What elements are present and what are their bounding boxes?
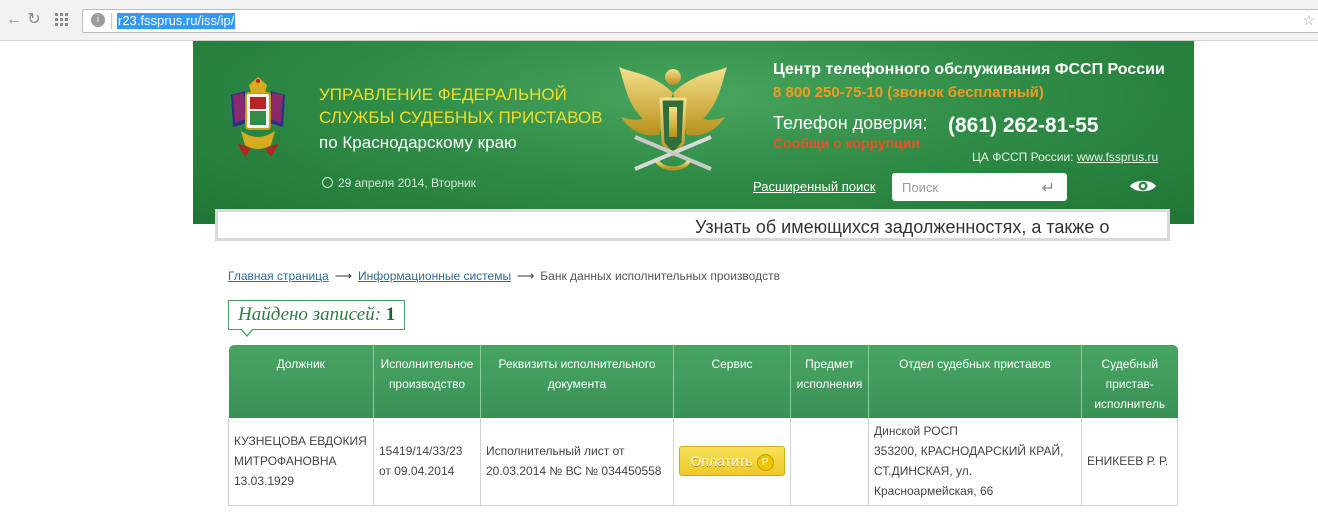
cell-debtor: КУЗНЕЦОВА ЕВДОКИЯ МИТРОФАНОВНА 13.03.192… <box>228 418 374 506</box>
ticker-fade <box>1127 212 1167 238</box>
header-proceeding: Исполнительное производство <box>373 345 481 418</box>
cell-subject <box>790 418 869 506</box>
badge-pointer-inner <box>241 328 253 335</box>
central-office-label: ЦА ФССП России: <box>972 150 1074 164</box>
org-title-line1: УПРАВЛЕНИЕ ФЕДЕРАЛЬНОЙ <box>319 85 567 104</box>
reload-icon[interactable]: ↻ <box>24 10 44 30</box>
cell-department: Динской РОСП 353200, КРАСНОДАРСКИЙ КРАЙ,… <box>868 418 1082 506</box>
header-department: Отдел судебных приставов <box>868 345 1082 418</box>
browser-toolbar: ← ↻ i r23.fssprus.ru/iss/ip/ ☆ <box>0 0 1318 41</box>
trust-phone-label: Телефон доверия: <box>773 113 928 133</box>
central-office-link[interactable]: www.fssprus.ru <box>1077 150 1158 164</box>
breadcrumb-arrow: ⟶ <box>334 269 352 283</box>
debtor-name-line1: КУЗНЕЦОВА ЕВДОКИЯ <box>234 434 367 449</box>
header-service: Сервис <box>673 345 791 418</box>
header-debtor: Должник <box>228 345 374 418</box>
ticker-text: Узнать об имеющихся задолженностях, а та… <box>695 217 1110 237</box>
proceedings-table: Должник Исполнительное производство Рекв… <box>228 345 1178 506</box>
org-region: по Краснодарскому краю <box>319 133 517 152</box>
page-info-icon[interactable]: i <box>91 13 105 27</box>
report-corruption-link[interactable]: Сообщи о коррупции <box>773 135 920 151</box>
krasnodar-crest-icon <box>231 77 285 157</box>
trust-phone-number: (861) 262-81-55 <box>948 114 1099 137</box>
breadcrumb-systems-link[interactable]: Информационные системы <box>358 269 511 283</box>
table-header-row: Должник Исполнительное производство Рекв… <box>228 345 1178 418</box>
department-address-line3: Красноармейская, 66 <box>874 484 994 499</box>
header-bailiff: Судебный пристав-исполнитель <box>1081 345 1178 418</box>
apps-grid-icon[interactable] <box>52 10 72 30</box>
records-found-label: Найдено записей: <box>238 304 382 325</box>
department-name: Динской РОСП <box>874 424 958 439</box>
breadcrumb-current: Банк данных исполнительных производств <box>540 269 780 283</box>
address-separator <box>111 13 112 29</box>
enter-key-icon[interactable]: ↵ <box>1042 178 1055 198</box>
cell-bailiff: ЕНИКЕЕВ Р. Р. <box>1081 418 1178 506</box>
cell-document: Исполнительный лист от 20.03.2014 № ВС №… <box>480 418 674 506</box>
cell-proceeding: 15419/14/33/23 от 09.04.2014 <box>373 418 481 506</box>
date-text: 29 апреля 2014, Вторник <box>338 176 476 190</box>
department-address-line2: СТ.ДИНСКАЯ, ул. <box>874 464 973 479</box>
back-arrow-icon[interactable]: ← <box>4 10 24 30</box>
debtor-name-line2: МИТРОФАНОВНА <box>234 454 337 469</box>
pay-button-label: Оплатить <box>690 453 753 470</box>
eye-icon[interactable] <box>1129 178 1157 194</box>
central-office: ЦА ФССП России: www.fssprus.ru <box>972 150 1158 164</box>
free-phone-number: 8 800 250-75-10 (звонок бесплатный) <box>773 84 1044 101</box>
document-line1: Исполнительный лист от <box>486 444 625 459</box>
department-address-line1: 353200, КРАСНОДАРСКИЙ КРАЙ, <box>874 444 1064 459</box>
address-bar[interactable]: i r23.fssprus.ru/iss/ip/ ☆ <box>82 9 1318 33</box>
url-text[interactable]: r23.fssprus.ru/iss/ip/ <box>117 13 236 29</box>
cell-service: Оплатить Р <box>673 418 791 506</box>
ruble-icon: Р <box>756 454 774 472</box>
org-title-line2: СЛУЖБЫ СУДЕБНЫХ ПРИСТАВОВ <box>319 108 603 127</box>
news-ticker: Узнать об имеющихся задолженностях, а та… <box>215 209 1170 241</box>
header-document: Реквизиты исполнительного документа <box>480 345 674 418</box>
debtor-birthdate: 13.03.1929 <box>234 474 295 489</box>
search-placeholder: Поиск <box>902 180 939 195</box>
site-header: УПРАВЛЕНИЕ ФЕДЕРАЛЬНОЙ СЛУЖБЫ СУДЕБНЫХ П… <box>193 41 1194 224</box>
current-date: 29 апреля 2014, Вторник <box>322 176 476 190</box>
breadcrumb: Главная страница ⟶ Информационные системы ⟶… <box>228 269 780 283</box>
fssp-eagle-emblem-icon <box>619 67 727 171</box>
records-found-count: 1 <box>385 304 396 325</box>
table-row: КУЗНЕЦОВА ЕВДОКИЯ МИТРОФАНОВНА 13.03.192… <box>228 418 1178 506</box>
proceeding-number: 15419/14/33/23 <box>379 444 463 459</box>
breadcrumb-home-link[interactable]: Главная страница <box>228 269 329 283</box>
header-subject: Предмет исполнения <box>790 345 869 418</box>
pay-button[interactable]: Оплатить Р <box>679 446 785 477</box>
advanced-search-link[interactable]: Расширенный поиск <box>753 179 875 194</box>
records-found-badge: Найдено записей: 1 <box>228 300 406 330</box>
search-input[interactable]: Поиск ↵ <box>892 173 1067 201</box>
breadcrumb-arrow: ⟶ <box>517 269 535 283</box>
document-line2: 20.03.2014 № ВС № 034450558 <box>486 464 662 479</box>
proceeding-date: от 09.04.2014 <box>379 464 455 479</box>
bookmark-star-icon[interactable]: ☆ <box>1302 12 1315 29</box>
clock-icon <box>322 177 333 188</box>
call-center-title: Центр телефонного обслуживания ФССП Росс… <box>773 61 1165 78</box>
